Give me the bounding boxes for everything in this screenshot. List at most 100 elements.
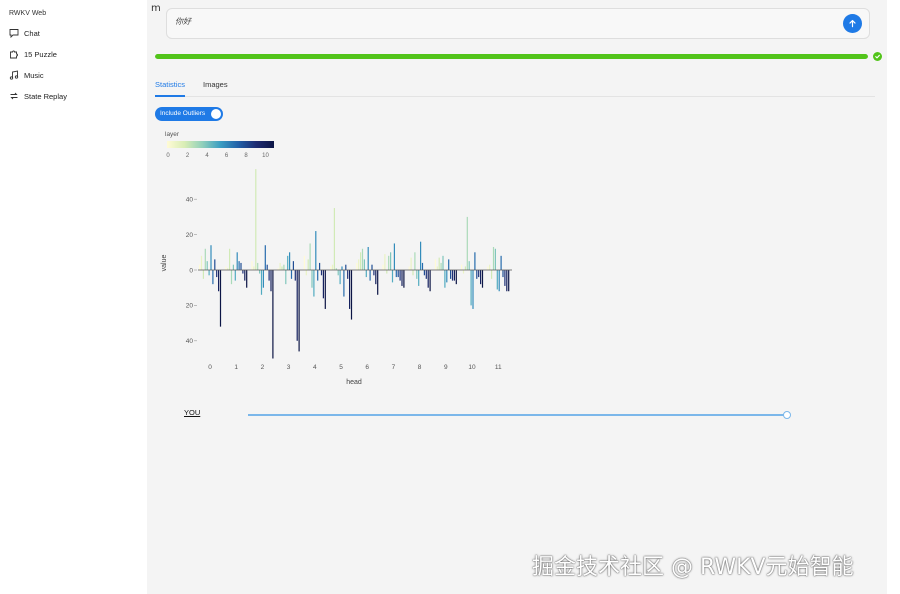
bar <box>408 266 410 270</box>
bar <box>343 270 345 297</box>
bar <box>230 270 233 285</box>
sidebar: RWKV Web Chat 15 Puzzle Music State Repl… <box>0 0 147 594</box>
bar <box>337 270 339 276</box>
bar <box>253 266 255 270</box>
bar <box>470 270 472 306</box>
watermark: 掘金技术社区 @ RWKV元始智能 <box>532 555 854 580</box>
bar <box>349 270 351 309</box>
bar <box>382 264 384 270</box>
x-tick-label: 1 <box>234 364 238 371</box>
bar <box>287 255 289 270</box>
puzzle-icon <box>9 49 19 59</box>
bar <box>448 259 450 270</box>
bar <box>242 270 244 274</box>
colorbar-tick-label: 2 <box>186 153 190 159</box>
bar <box>429 270 431 292</box>
bar <box>371 264 373 270</box>
x-tick-label: 6 <box>365 364 369 371</box>
bar <box>206 261 208 270</box>
sidebar-item-15-puzzle[interactable]: 15 Puzzle <box>9 47 57 61</box>
bar <box>347 270 349 279</box>
include-outliers-toggle[interactable]: Include Outliers <box>155 107 223 121</box>
bar <box>219 270 222 327</box>
bar <box>225 266 227 270</box>
bar <box>324 270 326 309</box>
bar <box>444 270 446 288</box>
slider-handle[interactable] <box>783 411 791 419</box>
bar <box>330 266 332 270</box>
bar <box>464 266 466 270</box>
bar <box>331 264 334 270</box>
arrow-up-icon <box>849 19 856 28</box>
prompt-input[interactable] <box>175 17 775 26</box>
bar <box>487 266 489 270</box>
bar <box>210 245 212 270</box>
bar <box>474 252 476 270</box>
bar <box>360 252 362 270</box>
replay-icon <box>9 91 19 101</box>
bar <box>508 270 510 292</box>
x-tick-label: 9 <box>444 364 448 371</box>
bar <box>313 270 315 297</box>
bar <box>319 262 321 270</box>
bar <box>270 270 272 292</box>
bar <box>229 248 231 270</box>
bar <box>373 270 375 276</box>
tabs-divider <box>155 96 875 97</box>
bar <box>450 270 452 279</box>
bar <box>421 262 424 270</box>
bar <box>438 257 440 270</box>
bar <box>489 264 491 270</box>
bar <box>262 270 264 288</box>
progress-bar <box>155 54 868 59</box>
bar <box>506 270 508 292</box>
bar <box>333 208 335 270</box>
bar <box>427 270 429 288</box>
bar <box>232 264 234 270</box>
sidebar-item-music[interactable]: Music <box>9 68 44 82</box>
bar <box>434 259 436 270</box>
bar <box>311 270 313 288</box>
bar <box>418 270 420 286</box>
bar <box>455 270 457 285</box>
bar <box>218 270 220 292</box>
bar <box>289 252 291 270</box>
bar <box>322 270 324 299</box>
x-tick-label: 8 <box>418 364 422 371</box>
bar <box>255 169 257 270</box>
bar <box>369 270 371 281</box>
bar <box>472 270 474 309</box>
scrollbar[interactable] <box>887 0 900 594</box>
bar <box>236 252 238 270</box>
x-tick-label: 11 <box>495 364 502 371</box>
bar <box>244 270 246 281</box>
slider-track[interactable] <box>248 414 787 416</box>
bar <box>317 270 319 281</box>
x-tick-label: 10 <box>468 364 476 371</box>
toggle-label: Include Outliers <box>160 110 206 117</box>
x-tick-label: 2 <box>261 364 265 371</box>
sidebar-item-chat[interactable]: Chat <box>9 26 40 40</box>
bar <box>401 270 403 286</box>
check-circle-icon <box>873 52 882 61</box>
bar <box>391 270 394 283</box>
app-title: RWKV Web <box>9 10 47 17</box>
bar <box>365 270 367 278</box>
bar <box>491 270 493 279</box>
menu-icon[interactable]: m <box>151 3 161 14</box>
sidebar-item-state-replay[interactable]: State Replay <box>9 89 67 103</box>
bar <box>395 270 397 278</box>
y-tick-label: 40 <box>186 338 194 345</box>
bar <box>339 270 341 285</box>
bar <box>315 231 317 270</box>
send-button[interactable] <box>843 14 862 33</box>
bar <box>272 270 274 359</box>
tab-images[interactable]: Images <box>203 80 228 89</box>
bar <box>212 270 214 285</box>
bar <box>307 259 309 270</box>
y-axis-title: value <box>161 255 168 272</box>
bar <box>320 270 323 276</box>
bar <box>350 270 353 320</box>
bar <box>341 266 343 270</box>
tab-statistics[interactable]: Statistics <box>155 80 185 89</box>
